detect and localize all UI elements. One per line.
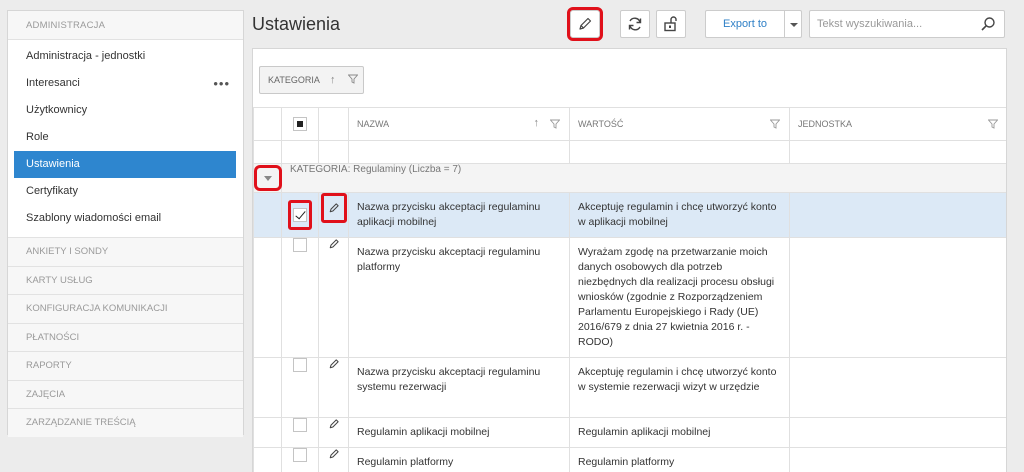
sidebar-item-szablony[interactable]: Szablony wiadomości email — [14, 205, 236, 232]
table-row[interactable]: Regulamin platformy Regulamin platformy — [253, 447, 1006, 472]
cell-wartosc: Regulamin platformy — [569, 447, 790, 472]
unlock-icon — [664, 16, 677, 32]
search-box — [809, 10, 1005, 38]
row-edit-button[interactable] — [320, 193, 347, 223]
cell-nazwa: Regulamin platformy — [348, 447, 570, 472]
cell-jednostka — [789, 357, 1006, 418]
cell-jednostka — [789, 192, 1006, 238]
cell-nazwa: Nazwa przycisku akceptacji regulaminu ap… — [348, 192, 570, 238]
cell-nazwa: Nazwa przycisku akceptacji regulaminu sy… — [348, 357, 570, 418]
cell-jednostka — [789, 237, 1006, 358]
sidebar-item-certyfikaty[interactable]: Certyfikaty — [14, 178, 236, 205]
sidebar-item-label: Role — [26, 131, 49, 143]
sidebar-item-label: Interesanci — [26, 77, 80, 89]
sidebar-item-interesanci[interactable]: Interesanci ••• — [14, 70, 236, 97]
header-edit-cell — [318, 107, 349, 141]
pencil-icon — [579, 17, 592, 30]
row-checkbox[interactable] — [293, 358, 307, 372]
sidebar-item-administracja-jednostki[interactable]: Administracja - jednostki — [14, 43, 236, 70]
column-header-label: WARTOŚĆ — [578, 119, 624, 129]
header-select-all-cell — [281, 107, 319, 141]
cell-wartosc: Akceptuję regulamin i chcę utworzyć kont… — [569, 192, 790, 238]
cell-jednostka — [789, 447, 1006, 472]
sidebar-section-konfiguracja[interactable]: KONFIGURACJA KOMUNIKACJI — [8, 294, 243, 323]
pencil-icon[interactable] — [328, 238, 340, 250]
cell-jednostka — [789, 417, 1006, 448]
refresh-button[interactable] — [620, 10, 650, 38]
filter-icon[interactable] — [988, 119, 998, 129]
row-checkbox[interactable] — [293, 238, 307, 252]
row-checkbox[interactable] — [293, 448, 307, 462]
data-table: NAZWA ↑ WARTOŚĆ JEDNOSTKA KATEGORIA: Regu… — [253, 107, 1006, 472]
pencil-icon[interactable] — [328, 418, 340, 430]
sidebar-section-zajecia[interactable]: ZAJĘCIA — [8, 379, 243, 408]
row-checkbox[interactable] — [293, 418, 307, 432]
more-icon[interactable]: ••• — [213, 70, 230, 97]
sort-asc-icon[interactable]: ↑ — [534, 117, 540, 129]
row-checkbox[interactable] — [293, 208, 307, 222]
sidebar-header-administracja[interactable]: ADMINISTRACJA — [8, 11, 243, 40]
row-select-highlight — [288, 200, 312, 230]
sidebar-item-label: Użytkownicy — [26, 104, 88, 116]
filter-icon[interactable] — [348, 74, 358, 84]
sidebar-item-role[interactable]: Role — [14, 124, 236, 151]
cell-wartosc: Akceptuję regulamin i chcę utworzyć kont… — [569, 357, 790, 418]
cell-nazwa: Nazwa przycisku akceptacji regulaminu pl… — [348, 237, 570, 358]
settings-grid: KATEGORIA ↑ NAZWA ↑ WARTOŚĆ JEDNOSTKA KAT… — [252, 48, 1007, 472]
filter-row — [253, 140, 1006, 164]
filter-icon[interactable] — [770, 119, 780, 129]
sort-asc-icon[interactable]: ↑ — [330, 67, 336, 93]
group-label: KATEGORIA: Regulaminy (Liczba = 7) — [290, 164, 462, 175]
export-button[interactable]: Export to — [705, 10, 785, 38]
sidebar-section-raporty[interactable]: RAPORTY — [8, 351, 243, 380]
cell-wartosc: Regulamin aplikacji mobilnej — [569, 417, 790, 448]
search-icon[interactable] — [980, 16, 996, 32]
select-all-checkbox[interactable] — [293, 117, 307, 131]
table-row[interactable]: Nazwa przycisku akceptacji regulaminu ap… — [253, 192, 1006, 238]
sidebar-item-label: Administracja - jednostki — [26, 50, 146, 62]
sidebar-item-uzytkownicy[interactable]: Użytkownicy — [14, 97, 236, 124]
group-chip-kategoria[interactable]: KATEGORIA ↑ — [259, 66, 364, 94]
page-title: Ustawienia — [252, 14, 341, 34]
sidebar-section-zarzadzanie[interactable]: ZARZĄDZANIE TREŚCIĄ — [8, 408, 243, 437]
filter-icon[interactable] — [550, 119, 560, 129]
sidebar-section-platnosci[interactable]: PŁATNOŚCI — [8, 322, 243, 351]
group-row: KATEGORIA: Regulaminy (Liczba = 7) — [253, 163, 1006, 193]
sidebar: ADMINISTRACJA Administracja - jednostki … — [7, 10, 244, 437]
edit-button[interactable] — [567, 7, 603, 41]
sidebar-item-label: Certyfikaty — [26, 185, 78, 197]
cell-nazwa: Regulamin aplikacji mobilnej — [348, 417, 570, 448]
column-header-label: NAZWA — [357, 119, 390, 129]
header-group-cell — [253, 107, 282, 141]
column-header-nazwa[interactable]: NAZWA ↑ — [348, 107, 570, 141]
group-panel: KATEGORIA ↑ — [253, 49, 1006, 107]
pencil-icon[interactable] — [328, 358, 340, 370]
column-header-wartosc[interactable]: WARTOŚĆ — [569, 107, 790, 141]
table-header-row: NAZWA ↑ WARTOŚĆ JEDNOSTKA — [253, 107, 1006, 141]
group-chip-label: KATEGORIA — [268, 75, 320, 85]
sidebar-section-karty-uslug[interactable]: KARTY USŁUG — [8, 265, 243, 294]
table-row[interactable]: Regulamin aplikacji mobilnej Regulamin a… — [253, 417, 1006, 448]
unlock-button[interactable] — [656, 10, 686, 38]
pencil-icon — [329, 203, 339, 213]
search-input[interactable] — [810, 11, 970, 37]
sidebar-section-ankiety[interactable]: ANKIETY I SONDY — [8, 237, 243, 266]
column-header-label: JEDNOSTKA — [798, 119, 853, 129]
cell-wartosc: Wyrażam zgodę na przetwarzanie moich dan… — [569, 237, 790, 358]
export-dropdown-button[interactable] — [784, 10, 802, 38]
table-row[interactable]: Nazwa przycisku akceptacji regulaminu pl… — [253, 237, 1006, 358]
sidebar-item-label: Ustawienia — [26, 158, 80, 170]
refresh-icon — [628, 17, 642, 31]
collapse-group-button[interactable] — [254, 165, 282, 191]
sidebar-item-label: Szablony wiadomości email — [26, 212, 162, 224]
table-row[interactable]: Nazwa przycisku akceptacji regulaminu sy… — [253, 357, 1006, 418]
sidebar-item-ustawienia[interactable]: Ustawienia — [14, 151, 236, 178]
pencil-icon[interactable] — [328, 448, 340, 460]
column-header-jednostka[interactable]: JEDNOSTKA — [789, 107, 1006, 141]
